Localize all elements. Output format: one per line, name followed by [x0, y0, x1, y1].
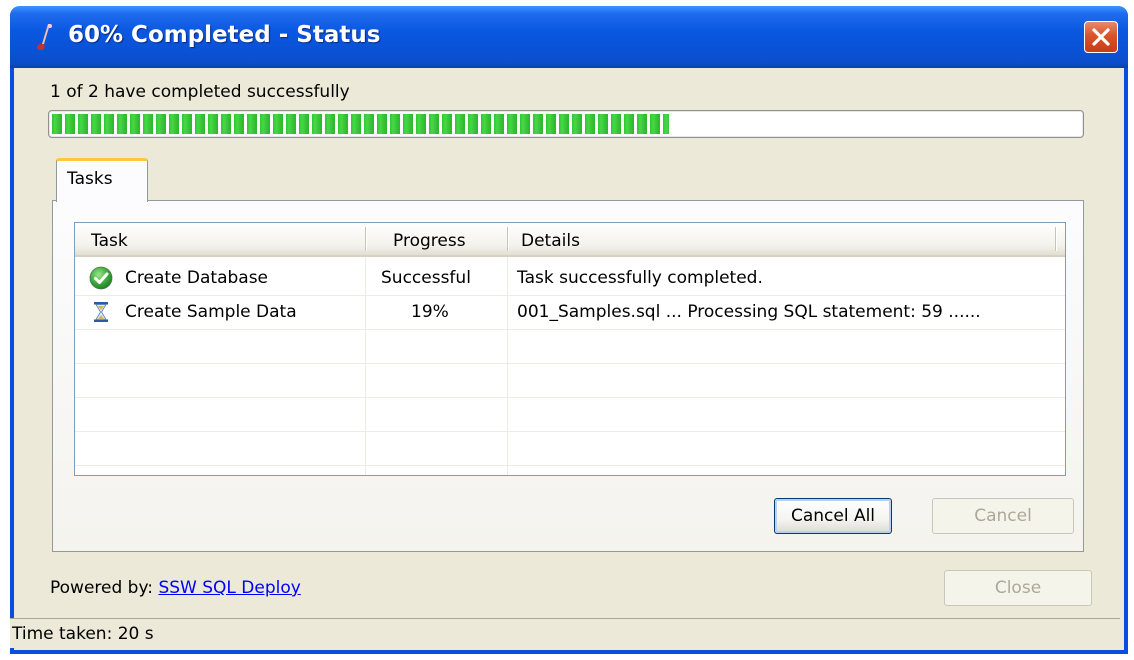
grid-line	[75, 465, 1065, 466]
task-details: 001_Samples.sql ... Processing SQL state…	[517, 302, 981, 322]
tab-tasks[interactable]: Tasks	[56, 158, 148, 202]
close-window-button[interactable]	[1084, 21, 1118, 53]
overall-status-text: 1 of 2 have completed successfully	[50, 82, 350, 102]
grid-line	[75, 363, 1065, 364]
grid-line	[75, 397, 1065, 398]
table-row[interactable]: Create Database Successful Task successf…	[75, 261, 1065, 295]
task-name: Create Sample Data	[125, 302, 297, 322]
task-progress: Successful	[381, 268, 471, 288]
cancel-button[interactable]: Cancel	[932, 498, 1074, 534]
cancel-all-button[interactable]: Cancel All	[774, 498, 892, 534]
window-title: 60% Completed - Status	[68, 22, 381, 48]
time-taken-text: Time taken: 20 s	[12, 624, 154, 644]
tasks-list-header: Task Progress Details	[75, 223, 1065, 257]
column-separator[interactable]	[1055, 227, 1056, 251]
status-dialog: 60% Completed - Status 1 of 2 have compl…	[10, 6, 1128, 654]
powered-by: Powered by: SSW SQL Deploy	[50, 578, 301, 598]
close-label: Close	[994, 578, 1042, 598]
close-button[interactable]: Close	[944, 570, 1092, 606]
task-details: Task successfully completed.	[517, 268, 763, 288]
cancel-label: Cancel	[974, 506, 1032, 526]
column-separator[interactable]	[507, 227, 508, 251]
column-separator[interactable]	[365, 227, 366, 251]
overall-progress-bar	[48, 110, 1084, 138]
close-icon	[1092, 28, 1110, 46]
app-icon	[36, 24, 52, 50]
table-row[interactable]: Create Sample Data 19% 001_Samples.sql .…	[75, 295, 1065, 329]
tab-tasks-label: Tasks	[67, 169, 113, 189]
column-header-details[interactable]: Details	[521, 231, 580, 251]
column-header-progress[interactable]: Progress	[393, 231, 466, 251]
cancel-all-label: Cancel All	[790, 506, 876, 526]
grid-line	[75, 431, 1065, 432]
tasks-list[interactable]: Task Progress Details Create Database Su…	[74, 222, 1066, 476]
column-header-task[interactable]: Task	[91, 231, 128, 251]
ssw-sql-deploy-link[interactable]: SSW SQL Deploy	[158, 578, 300, 598]
check-circle-icon	[89, 266, 113, 290]
powered-by-label: Powered by:	[50, 578, 154, 598]
progress-fill	[52, 114, 669, 134]
title-bar[interactable]: 60% Completed - Status	[10, 6, 1128, 68]
grid-line	[75, 329, 1065, 330]
status-bar: Time taken: 20 s	[10, 618, 1120, 648]
hourglass-icon	[94, 302, 108, 322]
task-progress: 19%	[411, 302, 449, 322]
task-name: Create Database	[125, 268, 269, 288]
